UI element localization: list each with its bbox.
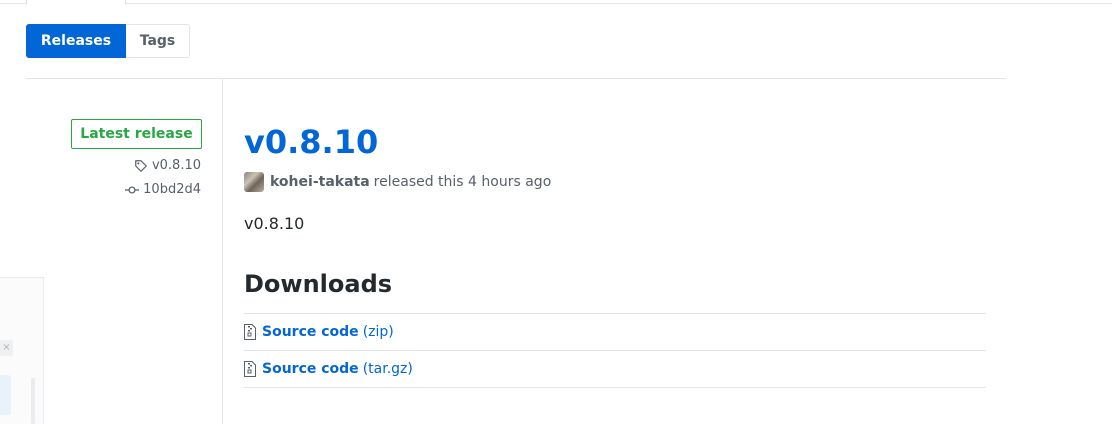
avatar[interactable] <box>244 172 264 192</box>
file-zip-icon <box>244 324 256 340</box>
download-name[interactable]: Source code <box>262 361 359 377</box>
release-tag-link[interactable]: v0.8.10 <box>134 158 201 173</box>
overlay-scrollbar[interactable] <box>31 378 35 424</box>
release-author-link[interactable]: kohei-takata <box>270 172 370 192</box>
download-item-targz[interactable]: Source code (tar.gz) <box>244 351 986 388</box>
git-commit-icon <box>125 185 140 194</box>
close-icon[interactable]: × <box>0 340 13 356</box>
overlay-input-edge[interactable] <box>0 375 11 415</box>
subnav-tags-tab[interactable]: Tags <box>126 24 190 58</box>
download-format[interactable]: (tar.gz) <box>363 361 413 377</box>
releases-subnav: Releases Tags <box>26 24 190 58</box>
release-commit-label: 10bd2d4 <box>143 182 201 197</box>
download-name[interactable]: Source code <box>262 324 359 340</box>
repo-tab-selected[interactable] <box>26 0 126 5</box>
release-commit-link[interactable]: 10bd2d4 <box>125 182 201 197</box>
latest-release-badge: Latest release <box>71 119 202 149</box>
subnav-divider <box>26 78 1006 79</box>
downloads-heading: Downloads <box>244 270 393 298</box>
repo-tab-strip <box>0 0 1112 4</box>
release-time-text: released this 4 hours ago <box>373 174 552 190</box>
release-timeline-divider <box>222 79 223 424</box>
download-item-zip[interactable]: Source code (zip) <box>244 314 986 351</box>
release-title-link[interactable]: v0.8.10 <box>244 120 378 164</box>
release-byline: kohei-takata released this 4 hours ago <box>244 172 551 192</box>
release-notes: v0.8.10 <box>244 214 305 233</box>
file-zip-icon <box>244 361 256 377</box>
releases-page: Releases Tags Latest release v0.8.10 10b… <box>0 0 1112 424</box>
release-tag-label: v0.8.10 <box>151 158 201 173</box>
download-format[interactable]: (zip) <box>363 324 394 340</box>
subnav-releases-tab[interactable]: Releases <box>26 24 126 58</box>
tag-icon <box>135 159 147 172</box>
downloads-list: Source code (zip) Source code (tar.gz) <box>244 313 986 388</box>
